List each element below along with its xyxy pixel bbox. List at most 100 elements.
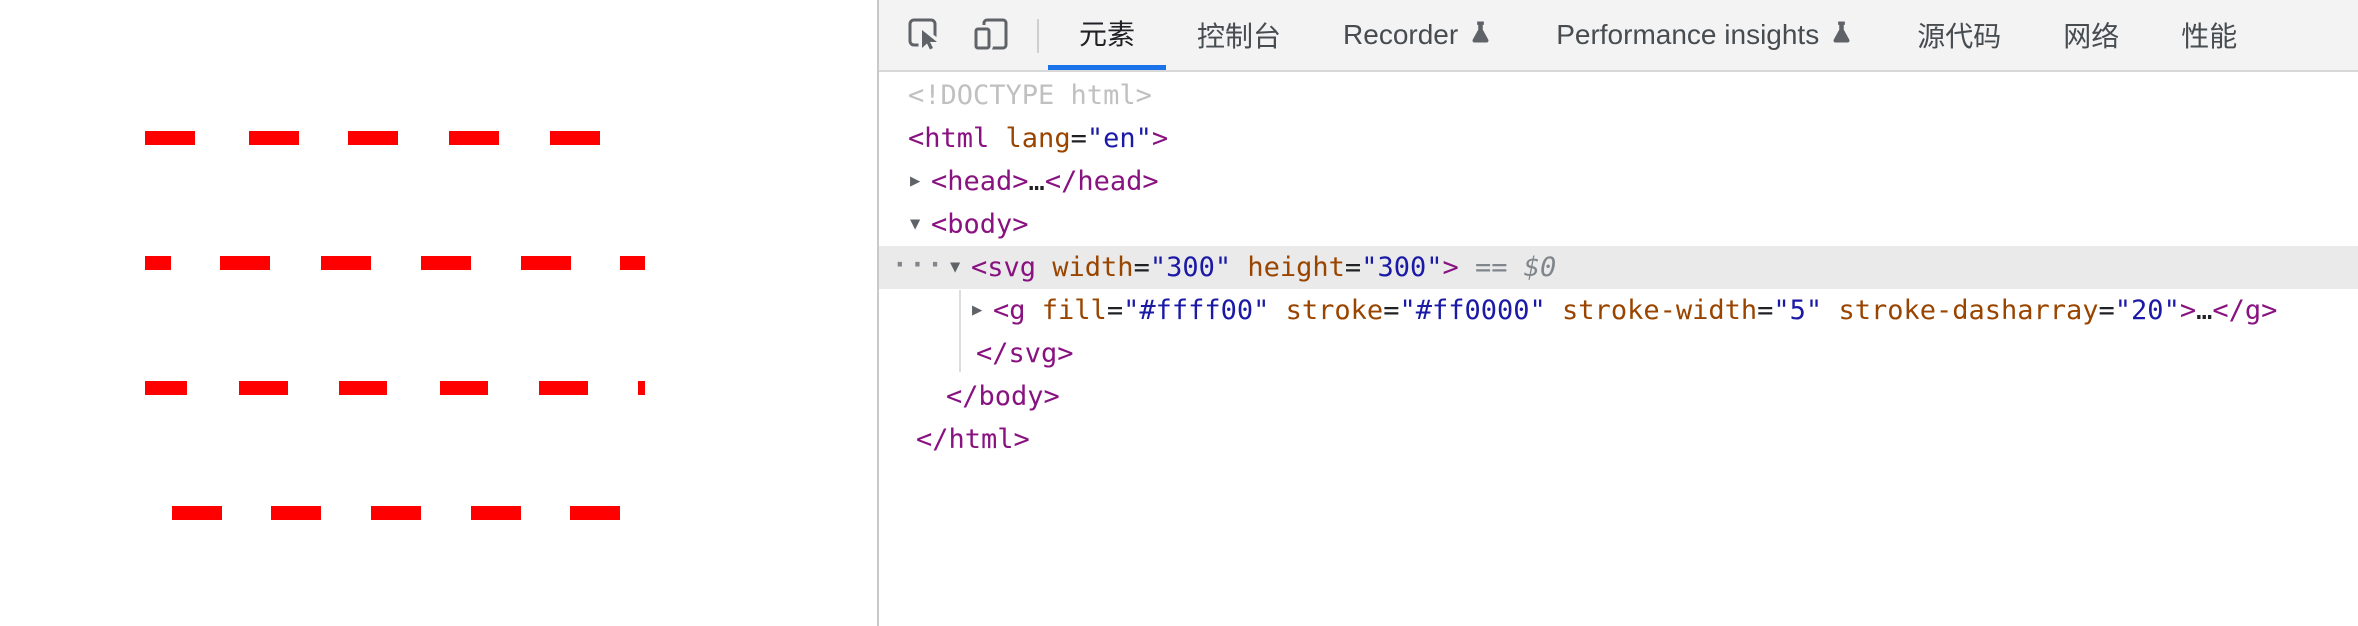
dash-segment <box>539 381 588 395</box>
code-token: stroke <box>1285 295 1384 326</box>
code-token: </body> <box>946 381 1060 412</box>
code-token: <head> <box>931 166 1029 197</box>
code-text: <g fill="#ffff00" stroke="#ff0000" strok… <box>993 289 2277 332</box>
dom-tree-line[interactable]: <html lang="en"> <box>879 117 2358 160</box>
code-token: = <box>1070 123 1087 154</box>
flask-icon <box>1467 20 1494 50</box>
overflow-menu-icon[interactable]: ··· <box>892 244 945 287</box>
elements-dom-tree: <!DOCTYPE html> <html lang="en"> ▶ <head>…<… <box>879 72 2358 626</box>
dash-segment <box>620 256 645 270</box>
code-token: "20" <box>2114 295 2180 326</box>
code-token: </head> <box>1044 166 1159 197</box>
dash-segment <box>239 381 288 395</box>
dom-tree-line[interactable]: ▶ <g fill="#ffff00" stroke="#ff0000" stro… <box>879 289 2358 332</box>
dom-tree-line[interactable]: </body> <box>879 375 2358 418</box>
code-token: <html <box>908 123 1006 154</box>
code-text: <svg width="300" height="300"> == $0 <box>971 246 1556 289</box>
devtools-tab-strip: 元素 控制台 Recorder Performance insights 源代码 网络 性能 <box>1048 0 2268 70</box>
code-token: == $0 <box>1458 252 1557 283</box>
tab-label: 网络 <box>2063 21 2120 52</box>
code-token: <g <box>993 295 1042 326</box>
tab-label: Performance insights <box>1556 19 1820 50</box>
code-token: stroke-width <box>1562 295 1758 326</box>
tab-console[interactable]: 控制台 <box>1166 0 1312 70</box>
code-token: </svg> <box>976 338 1074 369</box>
tab-recorder[interactable]: Recorder <box>1312 0 1525 70</box>
code-token: = <box>1344 252 1362 283</box>
tab-elements[interactable]: 元素 <box>1048 0 1167 70</box>
code-text: <body> <box>931 203 1029 246</box>
code-token: = <box>1383 295 1400 326</box>
dash-segment <box>449 131 499 145</box>
dash-segment <box>145 131 195 145</box>
code-text: </body> <box>946 375 1060 418</box>
dash-segment <box>172 506 222 520</box>
dash-segment <box>145 381 187 395</box>
dash-segment <box>638 381 645 395</box>
code-token: = <box>2098 295 2115 326</box>
dom-tree-line[interactable]: ··· ▼ <svg width="300" height="300"> == $0 <box>879 246 2358 289</box>
code-token: = <box>1106 295 1124 326</box>
tab-performance-insights[interactable]: Performance insights <box>1525 0 1886 70</box>
dash-segment <box>321 256 371 270</box>
tab-label: Recorder <box>1343 19 1459 50</box>
tab-label: 元素 <box>1079 18 1136 50</box>
code-text: </html> <box>916 418 1030 461</box>
code-token: = <box>1757 295 1774 326</box>
code-token: lang <box>1005 123 1071 154</box>
code-text: </svg> <box>976 332 1074 375</box>
rendered-page-preview <box>0 0 877 626</box>
code-token: <body> <box>931 209 1029 240</box>
dom-tree-line[interactable]: ▼ <body> <box>879 203 2358 246</box>
tab-label: 源代码 <box>1917 21 2002 52</box>
dash-segment <box>339 381 387 395</box>
code-token: fill <box>1041 295 1107 326</box>
dash-segment <box>550 131 600 145</box>
tab-sources[interactable]: 源代码 <box>1886 0 2032 70</box>
device-toolbar-icon[interactable] <box>971 15 1011 55</box>
code-token: "en" <box>1086 123 1152 154</box>
code-token: "#ffff00" <box>1123 295 1270 326</box>
code-token: height <box>1247 252 1345 283</box>
tab-label: 控制台 <box>1197 21 1282 52</box>
code-token: … <box>1028 166 1045 197</box>
devtools-toolbar: 元素 控制台 Recorder Performance insights 源代码 网络 性能 <box>879 0 2358 72</box>
code-text: <!DOCTYPE html> <box>908 74 1152 117</box>
screenshot-root: 元素 控制台 Recorder Performance insights 源代码 网络 性能… <box>0 0 2358 626</box>
dash-segment <box>220 256 270 270</box>
expand-arrow-icon[interactable]: ▶ <box>910 160 932 203</box>
code-token: "300" <box>1361 252 1443 283</box>
expand-arrow-icon[interactable]: ▶ <box>972 289 994 332</box>
dom-tree-line[interactable]: </html> <box>879 418 2358 461</box>
tab-performance[interactable]: 性能 <box>2150 0 2268 70</box>
collapse-arrow-icon[interactable]: ▼ <box>950 246 972 289</box>
tab-network[interactable]: 网络 <box>2032 0 2150 70</box>
tab-label: 性能 <box>2181 21 2238 52</box>
code-token: > <box>1151 123 1169 154</box>
dash-segment <box>471 506 521 520</box>
dash-segment <box>421 256 471 270</box>
dash-segment <box>249 131 299 145</box>
code-token: </html> <box>916 424 1030 455</box>
code-token: "300" <box>1149 252 1232 283</box>
dom-tree-line[interactable]: ▶ <head>…</head> <box>879 160 2358 203</box>
dash-segment <box>348 131 398 145</box>
code-token: <svg <box>971 252 1053 283</box>
dash-segment <box>521 256 571 270</box>
dash-segment <box>440 381 488 395</box>
collapse-arrow-icon[interactable]: ▼ <box>910 203 932 246</box>
dom-tree-line[interactable]: <!DOCTYPE html> <box>879 74 2358 117</box>
dom-tree-line[interactable]: </svg> <box>879 332 2358 375</box>
devtools-panel: 元素 控制台 Recorder Performance insights 源代码 网络 性能… <box>879 0 2358 626</box>
code-text: <html lang="en"> <box>908 117 1168 160</box>
code-token: = <box>1133 252 1150 283</box>
code-token: <!DOCTYPE html> <box>908 80 1152 111</box>
code-text: <head>…</head> <box>931 160 1159 203</box>
inspect-element-icon[interactable] <box>905 15 945 55</box>
dash-segment <box>570 506 620 520</box>
dash-segment <box>145 256 171 270</box>
